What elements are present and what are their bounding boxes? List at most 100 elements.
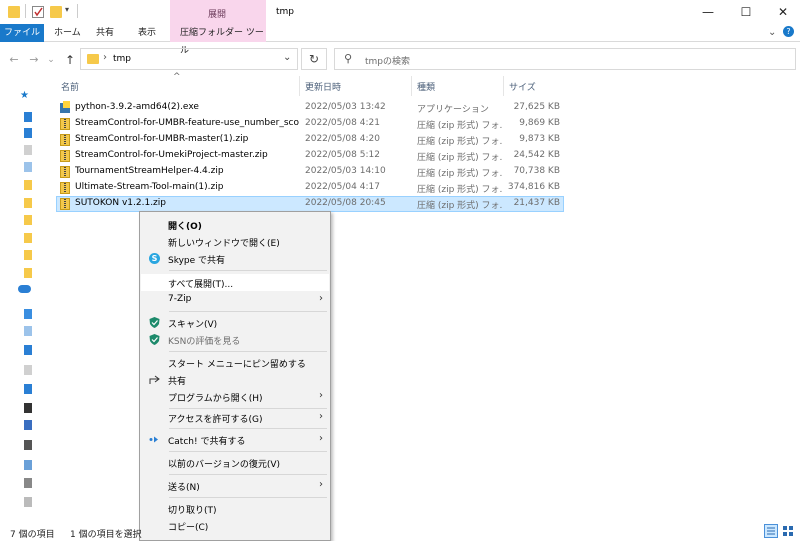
file-row[interactable]: python-3.9.2-amd64(2).exe 2022/05/03 13:… [56, 100, 564, 116]
refresh-button[interactable]: ↻ [301, 48, 327, 70]
forward-button[interactable]: → [26, 52, 42, 68]
help-icon[interactable]: ? [783, 26, 794, 37]
file-size: 27,625 KB [513, 102, 560, 112]
menu-item-scan[interactable]: スキャン(V) [141, 314, 329, 331]
column-header-type[interactable]: 種類 [417, 80, 435, 93]
tab-share[interactable]: 共有 [88, 24, 122, 42]
file-row-selected[interactable]: SUTOKON v1.2.1.zip 2022/05/08 20:45 圧縮 (… [56, 196, 564, 212]
column-header-size[interactable]: サイズ [509, 80, 536, 93]
context-menu: 開く(O) 新しいウィンドウで開く(E) S Skype で共有 すべて展開(T… [139, 211, 331, 541]
folder-icon[interactable] [24, 180, 32, 190]
column-header-date[interactable]: 更新日時 [305, 80, 341, 93]
menu-item-open[interactable]: 開く(O) [141, 216, 329, 233]
menu-item-skype-share[interactable]: S Skype で共有 [141, 250, 329, 267]
objects-icon[interactable] [24, 326, 32, 336]
folder-icon [8, 6, 20, 18]
address-bar[interactable]: › tmp ⌄ [80, 48, 298, 70]
pictures-icon[interactable] [24, 420, 32, 430]
folder-icon[interactable] [24, 215, 32, 225]
up-button[interactable]: ↑ [62, 52, 78, 68]
submenu-arrow-icon: › [319, 433, 323, 444]
file-row[interactable]: StreamControl-for-UmekiProject-master.zi… [56, 148, 564, 164]
documents-icon[interactable] [24, 145, 32, 155]
properties-icon[interactable] [32, 6, 44, 18]
file-row[interactable]: StreamControl-for-UMBR-master(1).zip 202… [56, 132, 564, 148]
file-date: 2022/05/08 4:20 [305, 134, 380, 144]
back-button[interactable]: ← [6, 52, 22, 68]
ribbon-expand-icon[interactable]: ⌄ [768, 27, 776, 38]
music-icon[interactable] [24, 403, 32, 413]
submenu-arrow-icon: › [319, 411, 323, 422]
search-icon: ⚲ [344, 52, 353, 65]
menu-item-restore-versions[interactable]: 以前のバージョンの復元(V) [141, 454, 329, 471]
menu-item-share[interactable]: 共有 [141, 371, 329, 388]
details-view-button[interactable] [764, 524, 778, 538]
windows-icon[interactable] [24, 460, 32, 470]
column-header-name[interactable]: 名前 [61, 80, 79, 93]
documents-icon[interactable] [24, 365, 32, 375]
divider [503, 76, 504, 96]
breadcrumb-separator-icon: › [103, 52, 107, 63]
menu-item-send-to[interactable]: 送る(N) › [141, 477, 329, 494]
menu-item-pin-start[interactable]: スタート メニューにピン留めする [141, 354, 329, 371]
file-row[interactable]: StreamControl-for-UMBR-feature-use_numbe… [56, 116, 564, 132]
title-bar [0, 0, 800, 24]
maximize-button[interactable]: ☐ [729, 0, 763, 24]
pc-icon[interactable] [24, 309, 32, 319]
tab-view[interactable]: 表示 [130, 24, 164, 42]
menu-separator [169, 351, 327, 352]
submenu-arrow-icon: › [319, 293, 323, 304]
menu-item-give-access[interactable]: アクセスを許可する(G) › [141, 409, 329, 426]
minimize-button[interactable]: — [691, 0, 725, 24]
search-input[interactable]: ⚲ tmpの検索 [334, 48, 796, 70]
divider [77, 4, 78, 18]
file-row[interactable]: TournamentStreamHelper-4.4.zip 2022/05/0… [56, 164, 564, 180]
onedrive-icon[interactable] [18, 285, 31, 293]
file-type: 圧縮 (zip 形式) フォ... [417, 185, 503, 195]
menu-item-open-new-window[interactable]: 新しいウィンドウで開く(E) [141, 233, 329, 250]
zip-icon [60, 134, 70, 146]
file-date: 2022/05/08 20:45 [305, 198, 386, 208]
new-folder-icon[interactable] [50, 6, 62, 18]
menu-item-catch-share[interactable]: Catch! で共有する › [141, 431, 329, 448]
drive-icon[interactable] [24, 478, 32, 488]
menu-item-label: 送る(N) [168, 483, 200, 493]
menu-item-cut[interactable]: 切り取り(T) [141, 500, 329, 517]
folder-icon[interactable] [24, 250, 32, 260]
recent-locations-button[interactable]: ⌄ [43, 52, 59, 68]
tab-file[interactable]: ファイル [0, 24, 44, 42]
large-icons-view-button[interactable] [781, 524, 795, 538]
file-size: 9,869 KB [519, 118, 560, 128]
folder-icon[interactable] [24, 198, 32, 208]
installer-icon [59, 101, 71, 114]
pictures-icon[interactable] [24, 162, 32, 172]
download-icon[interactable] [24, 384, 32, 394]
menu-item-label: 開く(O) [168, 222, 202, 232]
videos-icon[interactable] [24, 440, 32, 450]
shield-icon [149, 317, 160, 328]
folder-icon[interactable] [24, 268, 32, 278]
drive-icon[interactable] [24, 497, 32, 507]
file-name: StreamControl-for-UMBR-master(1).zip [75, 134, 249, 144]
menu-item-ksn-reputation[interactable]: KSNの評価を見る [141, 331, 329, 348]
sort-ascending-icon: ^ [173, 72, 181, 82]
file-size: 21,437 KB [513, 198, 560, 208]
menu-item-label: KSNの評価を見る [168, 337, 241, 347]
desktop-icon[interactable] [24, 345, 32, 355]
file-row[interactable]: Ultimate-Stream-Tool-main(1).zip 2022/05… [56, 180, 564, 196]
menu-item-7zip[interactable]: 7-Zip › [141, 291, 329, 308]
menu-item-open-with[interactable]: プログラムから開く(H) › [141, 388, 329, 405]
menu-item-label: 共有 [168, 377, 187, 387]
folder-icon[interactable] [24, 233, 32, 243]
qat-dropdown-icon[interactable]: ▾ [65, 5, 69, 14]
address-dropdown-icon[interactable]: ⌄ [283, 52, 291, 63]
tab-compressed-folder-tools[interactable]: 圧縮フォルダー ツール [170, 24, 266, 56]
download-icon[interactable] [24, 128, 32, 138]
close-button[interactable]: ✕ [766, 0, 800, 24]
breadcrumb[interactable]: tmp [113, 54, 131, 64]
tab-home[interactable]: ホーム [46, 24, 89, 42]
desktop-icon[interactable] [24, 112, 32, 122]
menu-item-copy[interactable]: コピー(C) [141, 517, 329, 534]
star-icon[interactable]: ★ [20, 90, 29, 101]
menu-item-extract-all[interactable]: すべて展開(T)... [141, 274, 329, 291]
